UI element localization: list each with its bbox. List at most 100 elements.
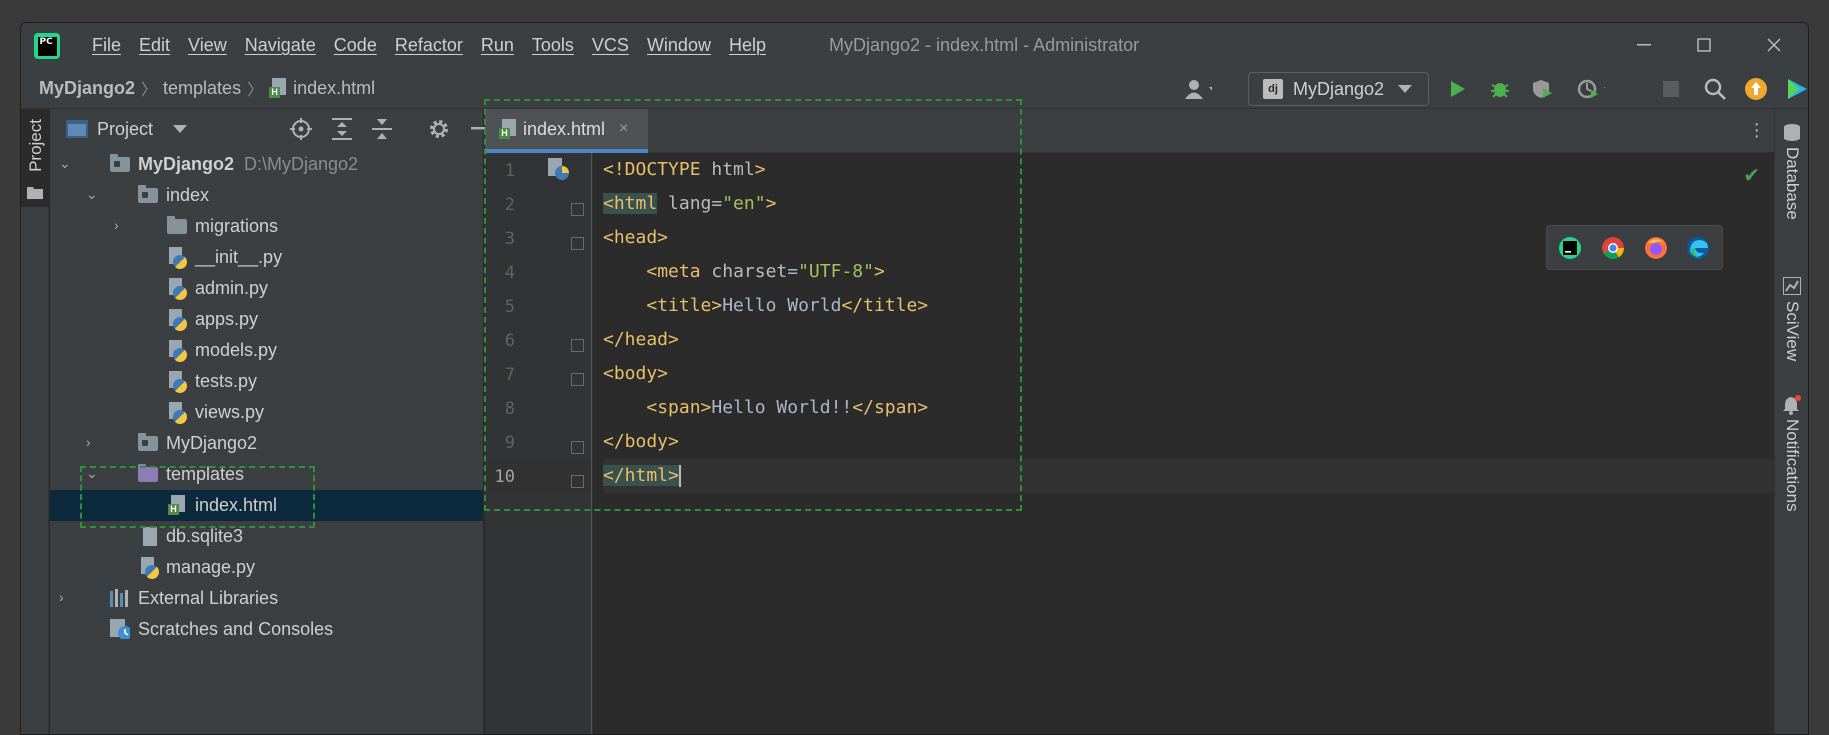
sciview-tool-tab[interactable]: SciView bbox=[1782, 301, 1802, 361]
menu-run[interactable]: Run bbox=[472, 35, 523, 56]
run-button[interactable] bbox=[1444, 75, 1472, 103]
code-line[interactable]: <span>Hello World!!</span> bbox=[603, 391, 928, 425]
code-line[interactable]: </html> bbox=[603, 459, 681, 493]
code-line[interactable]: <html lang="en"> bbox=[603, 187, 776, 221]
run-with-coverage-button[interactable] bbox=[1528, 75, 1556, 103]
run-icon bbox=[1451, 81, 1465, 97]
chevron-down-icon[interactable] bbox=[173, 125, 188, 133]
tree-item-templates[interactable]: ⌄ templates bbox=[50, 459, 483, 490]
gear-icon[interactable] bbox=[428, 118, 450, 140]
menu-vcs[interactable]: VCS bbox=[583, 35, 638, 56]
menu-navigate[interactable]: Navigate bbox=[236, 35, 325, 56]
debug-button[interactable] bbox=[1486, 75, 1514, 103]
chevron-down-icon[interactable]: ⌄ bbox=[86, 466, 100, 480]
tree-item-views-py[interactable]: views.py bbox=[50, 397, 483, 428]
breadcrumb-folder[interactable]: templates bbox=[163, 78, 241, 99]
more-options-icon[interactable]: · · · bbox=[1753, 114, 1760, 146]
line-number: 4 bbox=[504, 263, 515, 283]
chrome-icon[interactable] bbox=[1602, 237, 1624, 259]
tree-item-manage-py[interactable]: manage.py bbox=[50, 552, 483, 583]
tree-item-index[interactable]: ⌄ index bbox=[50, 180, 483, 211]
edge-icon[interactable] bbox=[1687, 237, 1709, 259]
menu-view[interactable]: View bbox=[179, 35, 236, 56]
firefox-icon[interactable] bbox=[1645, 237, 1667, 259]
coverage-icon bbox=[1533, 80, 1552, 98]
chevron-down-icon[interactable]: ⌄ bbox=[86, 187, 100, 201]
code-with-me-button[interactable] bbox=[1783, 75, 1808, 103]
chevron-right-icon[interactable]: › bbox=[86, 435, 100, 449]
chevron-right-icon[interactable]: › bbox=[114, 218, 128, 232]
fold-marker-icon[interactable] bbox=[571, 475, 584, 488]
menu-file[interactable]: File bbox=[83, 35, 130, 56]
tree-item-index-html[interactable]: H index.html bbox=[50, 490, 483, 521]
minimize-button[interactable] bbox=[1614, 23, 1674, 67]
tree-item-apps-py[interactable]: apps.py bbox=[50, 304, 483, 335]
line-number: 10 bbox=[494, 467, 515, 487]
sciview-icon[interactable] bbox=[1783, 277, 1801, 295]
minimize-icon bbox=[1637, 44, 1651, 46]
code-line[interactable]: </head> bbox=[603, 323, 679, 357]
locate-file-icon[interactable] bbox=[289, 117, 313, 141]
fold-marker-icon[interactable] bbox=[571, 373, 584, 386]
user-account-button[interactable] bbox=[1184, 75, 1212, 103]
tab-index-html[interactable]: H index.html × bbox=[485, 109, 648, 153]
profile-button[interactable] bbox=[1577, 75, 1605, 103]
expand-all-icon[interactable] bbox=[331, 117, 353, 141]
project-tool-tab-label: Project bbox=[26, 119, 45, 172]
fold-marker-icon[interactable] bbox=[571, 441, 584, 454]
tree-item-migrations[interactable]: › migrations bbox=[50, 211, 483, 242]
module-folder-icon bbox=[138, 433, 158, 451]
database-tool-tab[interactable]: Database bbox=[1782, 147, 1802, 220]
tree-item-admin-py[interactable]: admin.py bbox=[50, 273, 483, 304]
collapse-all-icon[interactable] bbox=[371, 117, 393, 141]
bell-icon[interactable] bbox=[1782, 395, 1802, 415]
code-line[interactable]: <meta charset="UTF-8"> bbox=[603, 255, 884, 289]
fold-marker-icon[interactable] bbox=[571, 237, 584, 250]
no-problems-check-icon[interactable]: ✔ bbox=[1743, 163, 1760, 188]
code-line[interactable]: <body> bbox=[603, 357, 668, 391]
code-line[interactable]: <!DOCTYPE html> bbox=[603, 153, 766, 187]
fold-marker-icon[interactable] bbox=[571, 339, 584, 352]
tree-item-init-py[interactable]: __init__.py bbox=[50, 242, 483, 273]
tree-item-tests-py[interactable]: tests.py bbox=[50, 366, 483, 397]
tree-item-mydjango2-package[interactable]: › MyDjango2 bbox=[50, 428, 483, 459]
stop-button[interactable] bbox=[1657, 75, 1685, 103]
menu-window[interactable]: Window bbox=[638, 35, 720, 56]
tree-item-models-py[interactable]: models.py bbox=[50, 335, 483, 366]
chevron-right-icon[interactable]: › bbox=[59, 590, 73, 604]
close-window-button[interactable] bbox=[1744, 23, 1804, 67]
notifications-tool-tab[interactable]: Notifications bbox=[1782, 419, 1802, 512]
html-file-icon: H bbox=[269, 78, 287, 98]
project-panel-title[interactable]: Project bbox=[97, 119, 153, 140]
editor-tab-bar: H index.html × · · · bbox=[485, 109, 1774, 153]
code-line[interactable]: <head> bbox=[603, 221, 668, 255]
menu-refactor[interactable]: Refactor bbox=[386, 35, 472, 56]
menu-help[interactable]: Help bbox=[720, 35, 775, 56]
tree-item-project-root[interactable]: ⌄ MyDjango2 D:\MyDjango2 bbox=[50, 149, 483, 180]
run-configuration-select[interactable]: dj MyDjango2 bbox=[1248, 72, 1429, 106]
tree-item-scratches[interactable]: Scratches and Consoles bbox=[50, 614, 483, 645]
project-tool-tab[interactable]: Project bbox=[21, 109, 49, 207]
maximize-button[interactable] bbox=[1674, 23, 1734, 67]
menu-tools[interactable]: Tools bbox=[523, 35, 583, 56]
menu-edit[interactable]: Edit bbox=[130, 35, 179, 56]
tree-item-label: Scratches and Consoles bbox=[138, 619, 334, 639]
breadcrumb-project[interactable]: MyDjango2 bbox=[39, 78, 135, 99]
code-line[interactable]: </body> bbox=[603, 425, 679, 459]
menu-code[interactable]: Code bbox=[325, 35, 386, 56]
django-icon: dj bbox=[1263, 79, 1283, 99]
tab-close-icon[interactable]: × bbox=[619, 120, 628, 138]
pycharm-logo-icon[interactable]: PC bbox=[34, 33, 60, 59]
database-icon[interactable] bbox=[1783, 123, 1801, 143]
breadcrumb-file[interactable]: index.html bbox=[293, 78, 375, 99]
python-gutter-icon[interactable] bbox=[547, 158, 571, 182]
templates-folder-icon bbox=[138, 464, 158, 482]
pycharm-icon[interactable] bbox=[1559, 237, 1581, 259]
code-line[interactable]: <title>Hello World</title> bbox=[603, 289, 928, 323]
search-everywhere-button[interactable] bbox=[1701, 75, 1729, 103]
chevron-down-icon[interactable]: ⌄ bbox=[59, 156, 73, 170]
update-button[interactable] bbox=[1742, 75, 1770, 103]
tree-item-db-sqlite3[interactable]: db.sqlite3 bbox=[50, 521, 483, 552]
tree-item-external-libraries[interactable]: › External Libraries bbox=[50, 583, 483, 614]
fold-marker-icon[interactable] bbox=[571, 203, 584, 216]
